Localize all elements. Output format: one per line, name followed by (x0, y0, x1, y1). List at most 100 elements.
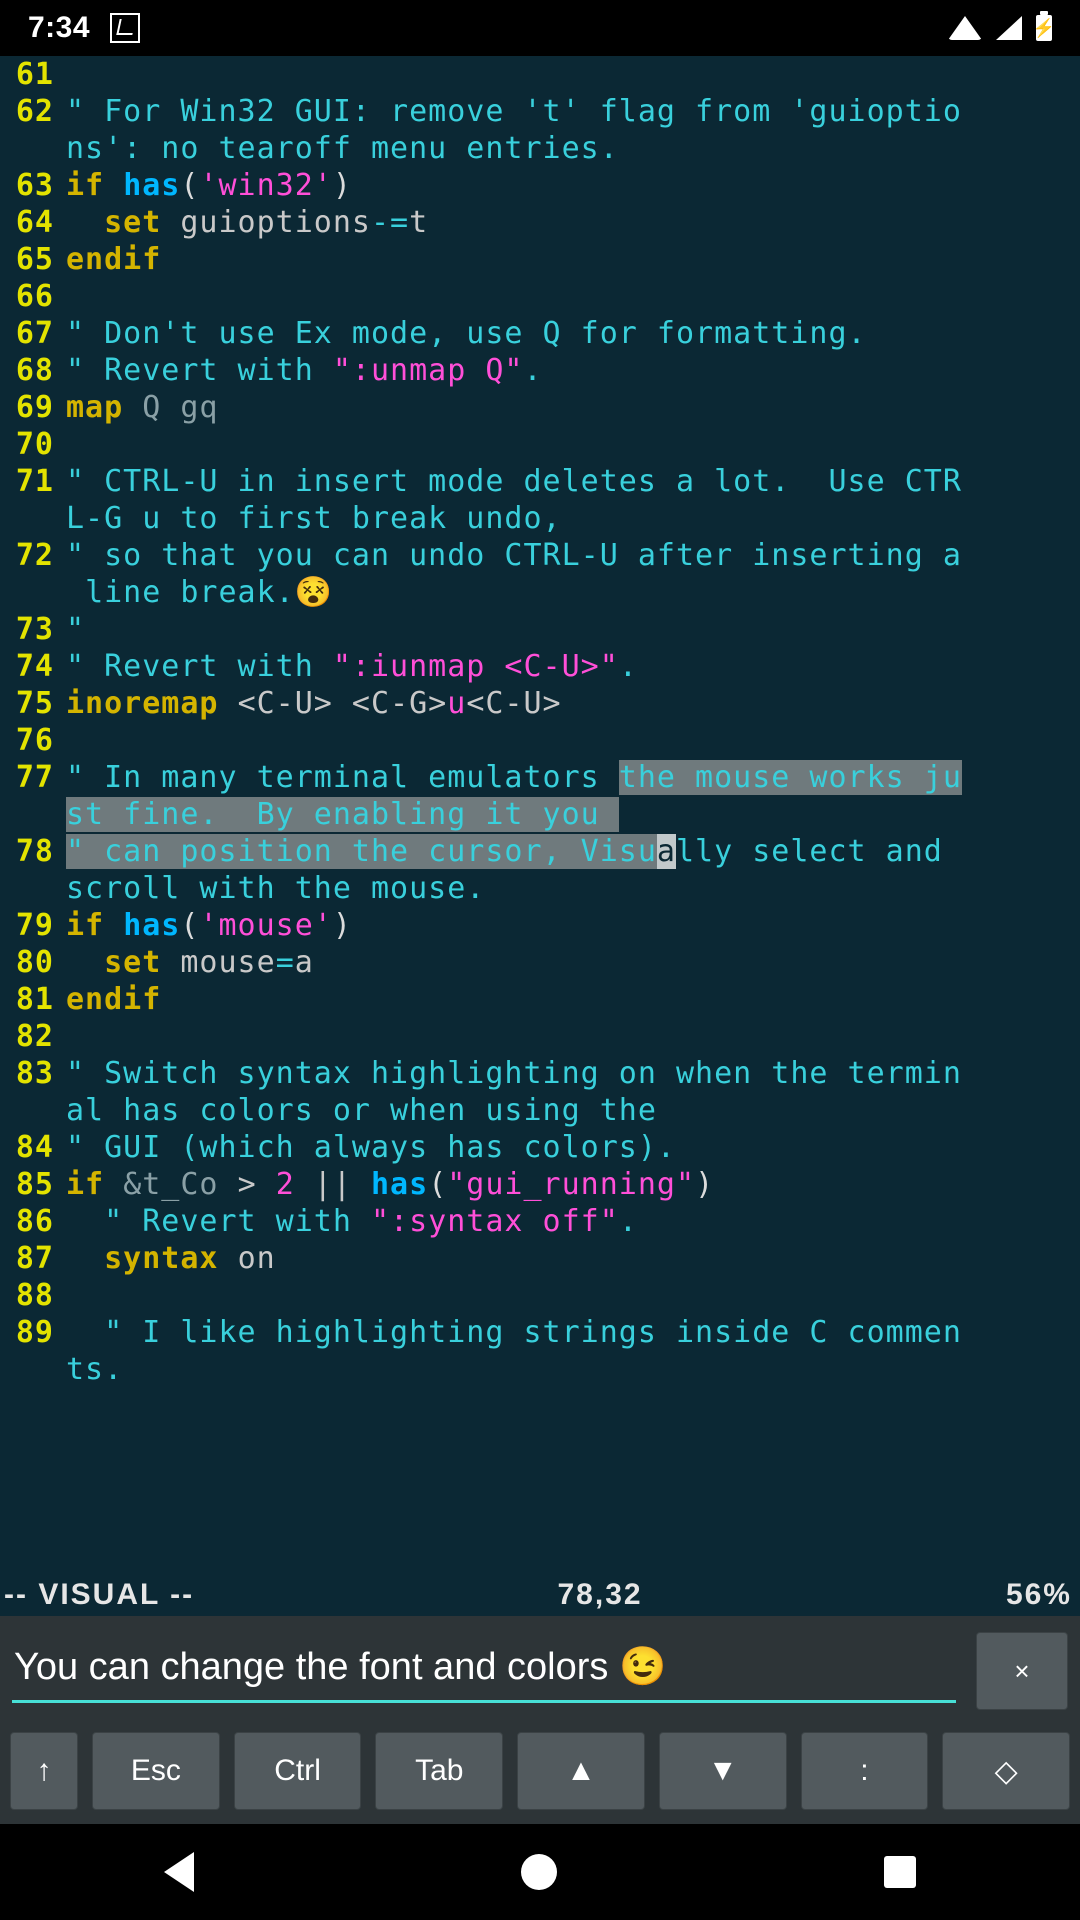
aux-input-close-button[interactable]: × (976, 1632, 1068, 1710)
line-code[interactable]: set guioptions-=t (54, 204, 1080, 241)
nav-home-icon[interactable] (521, 1854, 557, 1890)
code-line-wrap[interactable]: 83al has colors or when using the (6, 1092, 1080, 1129)
line-code[interactable]: " Revert with ":unmap Q". (54, 352, 1080, 389)
line-code[interactable]: " (54, 611, 1080, 648)
key-colon[interactable]: : (801, 1732, 929, 1810)
line-code[interactable]: ts. (54, 1351, 1080, 1388)
line-code[interactable] (54, 56, 1080, 93)
line-code[interactable] (54, 426, 1080, 463)
line-code[interactable] (54, 1018, 1080, 1055)
line-code[interactable]: L-G u to first break undo, (54, 500, 1080, 537)
code-line[interactable]: 65endif (6, 241, 1080, 278)
code-line[interactable]: 89 " I like highlighting strings inside … (6, 1314, 1080, 1351)
code-line[interactable]: 62" For Win32 GUI: remove 't' flag from … (6, 93, 1080, 130)
battery-charging-icon: ⚡ (1036, 15, 1052, 41)
line-number: 69 (6, 389, 54, 426)
aux-text-input[interactable] (12, 1639, 956, 1703)
line-code[interactable] (54, 722, 1080, 759)
line-code[interactable]: al has colors or when using the (54, 1092, 1080, 1129)
line-code[interactable]: scroll with the mouse. (54, 870, 1080, 907)
line-code[interactable]: st fine. By enabling it you (54, 796, 1080, 833)
line-code[interactable] (54, 1277, 1080, 1314)
line-code[interactable]: ns': no tearoff menu entries. (54, 130, 1080, 167)
code-line[interactable]: 84" GUI (which always has colors). (6, 1129, 1080, 1166)
line-code[interactable]: line break.😵 (54, 574, 1080, 611)
line-code[interactable]: " Revert with ":iunmap <C-U>". (54, 648, 1080, 685)
code-line[interactable]: 66 (6, 278, 1080, 315)
code-line-wrap[interactable]: 89ts. (6, 1351, 1080, 1388)
line-code[interactable]: endif (54, 981, 1080, 1018)
code-line[interactable]: 71" CTRL-U in insert mode deletes a lot.… (6, 463, 1080, 500)
code-line[interactable]: 64 set guioptions-=t (6, 204, 1080, 241)
code-line[interactable]: 85if &t_Co > 2 || has("gui_running") (6, 1166, 1080, 1203)
line-code[interactable]: if has('mouse') (54, 907, 1080, 944)
nav-recent-icon[interactable] (884, 1856, 916, 1888)
code-line[interactable]: 73" (6, 611, 1080, 648)
line-code[interactable]: if &t_Co > 2 || has("gui_running") (54, 1166, 1080, 1203)
key-down[interactable]: ▼ (659, 1732, 787, 1810)
code-line-wrap[interactable]: 77st fine. By enabling it you (6, 796, 1080, 833)
line-code[interactable]: inoremap <C-U> <C-G>u<C-U> (54, 685, 1080, 722)
key-tab[interactable]: Tab (375, 1732, 503, 1810)
key-esc[interactable]: Esc (92, 1732, 220, 1810)
code-line-wrap[interactable]: 78scroll with the mouse. (6, 870, 1080, 907)
wifi-icon (948, 16, 982, 40)
code-line[interactable]: 68" Revert with ":unmap Q". (6, 352, 1080, 389)
code-line[interactable]: 78" can position the cursor, Visually se… (6, 833, 1080, 870)
code-line[interactable]: 70 (6, 426, 1080, 463)
line-code[interactable]: map Q gq (54, 389, 1080, 426)
line-number: 67 (6, 315, 54, 352)
code-line-wrap[interactable]: 72 line break.😵 (6, 574, 1080, 611)
code-line[interactable]: 86 " Revert with ":syntax off". (6, 1203, 1080, 1240)
line-code[interactable]: " Don't use Ex mode, use Q for formattin… (54, 315, 1080, 352)
code-line[interactable]: 81endif (6, 981, 1080, 1018)
code-line[interactable]: 76 (6, 722, 1080, 759)
line-code[interactable]: endif (54, 241, 1080, 278)
code-line[interactable]: 61 (6, 56, 1080, 93)
code-line[interactable]: 75inoremap <C-U> <C-G>u<C-U> (6, 685, 1080, 722)
code-line[interactable]: 82 (6, 1018, 1080, 1055)
code-line[interactable]: 77" In many terminal emulators the mouse… (6, 759, 1080, 796)
key-up[interactable]: ▲ (517, 1732, 645, 1810)
line-number: 65 (6, 241, 54, 278)
line-code[interactable]: " For Win32 GUI: remove 't' flag from 'g… (54, 93, 1080, 130)
code-line[interactable]: 72" so that you can undo CTRL-U after in… (6, 537, 1080, 574)
line-number: 61 (6, 56, 54, 93)
code-line[interactable]: 88 (6, 1277, 1080, 1314)
line-number: 83 (6, 1055, 54, 1092)
line-number: 74 (6, 648, 54, 685)
code-line[interactable]: 74" Revert with ":iunmap <C-U>". (6, 648, 1080, 685)
line-code[interactable]: if has('win32') (54, 167, 1080, 204)
key-diamond[interactable]: ◇ (942, 1732, 1070, 1810)
nav-back-icon[interactable] (164, 1852, 194, 1892)
code-line[interactable]: 80 set mouse=a (6, 944, 1080, 981)
line-code[interactable]: " Switch syntax highlighting on when the… (54, 1055, 1080, 1092)
code-line[interactable]: 83" Switch syntax highlighting on when t… (6, 1055, 1080, 1092)
key-shift[interactable]: ↑ (10, 1732, 78, 1810)
code-editor[interactable]: 6162" For Win32 GUI: remove 't' flag fro… (0, 56, 1080, 1576)
line-code[interactable]: " can position the cursor, Visually sele… (54, 833, 1080, 870)
line-number: 70 (6, 426, 54, 463)
line-code[interactable]: syntax on (54, 1240, 1080, 1277)
key-ctrl[interactable]: Ctrl (234, 1732, 362, 1810)
code-line-wrap[interactable]: 62ns': no tearoff menu entries. (6, 130, 1080, 167)
line-code[interactable]: " GUI (which always has colors). (54, 1129, 1080, 1166)
code-line[interactable]: 67" Don't use Ex mode, use Q for formatt… (6, 315, 1080, 352)
line-code[interactable]: " In many terminal emulators the mouse w… (54, 759, 1080, 796)
code-line[interactable]: 69map Q gq (6, 389, 1080, 426)
aux-input-bar: × (0, 1616, 1080, 1718)
code-line[interactable]: 79if has('mouse') (6, 907, 1080, 944)
line-code[interactable] (54, 278, 1080, 315)
line-number: 62 (6, 93, 54, 130)
line-number: 71 (6, 463, 54, 500)
code-line[interactable]: 63if has('win32') (6, 167, 1080, 204)
code-line-wrap[interactable]: 71L-G u to first break undo, (6, 500, 1080, 537)
vim-mode: -- VISUAL -- (2, 1578, 194, 1612)
line-code[interactable]: " so that you can undo CTRL-U after inse… (54, 537, 1080, 574)
line-number: 80 (6, 944, 54, 981)
line-code[interactable]: " CTRL-U in insert mode deletes a lot. U… (54, 463, 1080, 500)
line-code[interactable]: " Revert with ":syntax off". (54, 1203, 1080, 1240)
code-line[interactable]: 87 syntax on (6, 1240, 1080, 1277)
line-code[interactable]: " I like highlighting strings inside C c… (54, 1314, 1080, 1351)
line-code[interactable]: set mouse=a (54, 944, 1080, 981)
